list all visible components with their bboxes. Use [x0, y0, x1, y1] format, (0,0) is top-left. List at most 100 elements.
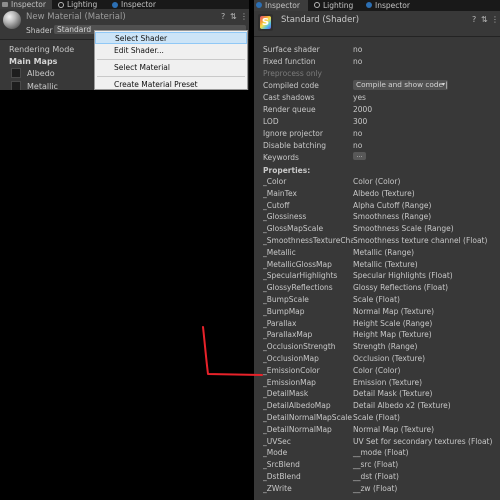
info-icon	[366, 1, 372, 8]
property-description: Metallic (Texture)	[353, 259, 418, 269]
menu-item-select-shader[interactable]: Select Shader	[95, 32, 247, 44]
right-inspector-panel: Inspector Lighting Inspector Standard (S…	[254, 0, 500, 500]
left-tab-bar: Inspector Lighting Inspector	[0, 0, 249, 9]
menu-separator	[97, 76, 245, 77]
info-row-disable-batching: Disable batching no	[263, 141, 363, 150]
kebab-menu-icon[interactable]: ⋮	[491, 15, 499, 24]
property-row: _BumpMap Normal Map (Texture)	[263, 306, 500, 318]
property-description: Detail Albedo x2 (Texture)	[353, 401, 451, 411]
chevron-down-icon: ▾	[441, 81, 445, 88]
help-icon[interactable]: ?	[472, 15, 476, 24]
divider	[254, 36, 500, 37]
property-row: _OcclusionStrength Strength (Range)	[263, 341, 500, 353]
property-row: _Parallax Height Scale (Range)	[263, 318, 500, 330]
property-row: _GlossMapScale Smoothness Scale (Range)	[263, 223, 500, 235]
main-maps-header: Main Maps	[9, 57, 58, 66]
property-name: _DetailMask	[263, 389, 309, 399]
property-name: _BumpMap	[263, 306, 305, 316]
tab-inspector[interactable]: Inspector	[254, 0, 308, 11]
compiled-code-dropdown-label: Compile and show code |	[356, 80, 448, 89]
property-name: _SmoothnessTextureChannel	[263, 235, 353, 245]
info-icon	[112, 1, 118, 8]
property-row: _Cutoff Alpha Cutoff (Range)	[263, 200, 500, 212]
material-preview-sphere	[3, 11, 21, 29]
property-name: _BumpScale	[263, 294, 309, 304]
shader-title: Standard (Shader)	[281, 15, 360, 25]
menu-item-edit-shader[interactable]: Edit Shader...	[95, 45, 247, 57]
albedo-texture-slot[interactable]	[11, 68, 21, 78]
property-description: Height Scale (Range)	[353, 318, 433, 328]
property-row: _UVSec UV Set for secondary textures (Flo…	[263, 436, 500, 448]
property-name: _Parallax	[263, 318, 297, 328]
keywords-button[interactable]: ...	[353, 152, 366, 160]
settings-sliders-icon[interactable]: ⇅	[481, 15, 488, 24]
property-row: _Mode __mode (Float)	[263, 447, 500, 459]
property-row: _GlossyReflections Glossy Reflections (Fl…	[263, 282, 500, 294]
property-description: Smoothness (Range)	[353, 212, 432, 222]
property-description: Albedo (Texture)	[353, 188, 415, 198]
rendering-mode-label: Rendering Mode	[9, 45, 75, 54]
property-description: Specular Highlights (Float)	[353, 271, 453, 281]
property-row: _DetailNormalMapScale Scale (Float)	[263, 412, 500, 424]
property-name: _MainTex	[263, 188, 297, 198]
property-row: _MetallicGlossMap Metallic (Texture)	[263, 259, 500, 271]
settings-sliders-icon[interactable]: ⇅	[230, 12, 237, 21]
property-name: _GlossMapScale	[263, 224, 324, 234]
info-row-ignore-projector: Ignore projector no	[263, 129, 363, 138]
property-row: _ParallaxMap Height Map (Texture)	[263, 329, 500, 341]
property-name: _UVSec	[263, 436, 291, 446]
property-row: _EmissionMap Emission (Texture)	[263, 377, 500, 389]
help-icon[interactable]: ?	[221, 12, 225, 21]
menu-item-select-material[interactable]: Select Material	[95, 62, 247, 74]
metallic-texture-slot[interactable]	[11, 81, 21, 90]
shader-label: Shader	[26, 26, 53, 35]
shader-context-menu: Select Shader Edit Shader... Select Mate…	[94, 30, 248, 90]
property-name: _DetailNormalMap	[263, 424, 332, 434]
tab-inspector-2[interactable]: Inspector	[110, 0, 170, 9]
property-description: Height Map (Texture)	[353, 330, 432, 340]
tab-lighting[interactable]: Lighting	[56, 0, 106, 9]
property-name: _EmissionColor	[263, 365, 320, 375]
property-name: _SpecularHighlights	[263, 271, 338, 281]
property-name: _GlossyReflections	[263, 283, 333, 293]
property-row: _SpecularHighlights Specular Highlights (…	[263, 270, 500, 282]
property-description: Color (Color)	[353, 365, 401, 375]
property-description: Glossy Reflections (Float)	[353, 283, 449, 293]
property-row: _ZWrite __zw (Float)	[263, 483, 500, 495]
property-description: Detail Mask (Texture)	[353, 389, 433, 399]
tab-inspector-2[interactable]: Inspector	[364, 0, 424, 11]
property-name: _DetailNormalMapScale	[263, 412, 352, 422]
property-name: _Mode	[263, 448, 288, 458]
property-row: _DstBlend __dst (Float)	[263, 471, 500, 483]
property-name: _Metallic	[263, 247, 296, 257]
kebab-menu-icon[interactable]: ⋮	[240, 12, 248, 21]
property-row: _OcclusionMap Occlusion (Texture)	[263, 353, 500, 365]
menu-separator	[97, 59, 245, 60]
property-row: _SrcBlend __src (Float)	[263, 459, 500, 471]
property-description: Alpha Cutoff (Range)	[353, 200, 432, 210]
property-description: __src (Float)	[353, 460, 399, 470]
lighting-icon	[314, 1, 320, 8]
info-row-surface-shader: Surface shader no	[263, 45, 363, 54]
tab-lighting[interactable]: Lighting	[312, 0, 362, 11]
property-description: Occlusion (Texture)	[353, 353, 426, 363]
property-name: _ParallaxMap	[263, 330, 313, 340]
property-row: _BumpScale Scale (Float)	[263, 294, 500, 306]
shader-asset-icon	[258, 14, 273, 31]
property-name: _Color	[263, 177, 287, 186]
property-description: __dst (Float)	[353, 471, 399, 481]
info-row-preprocess-only: Preprocess only	[263, 69, 322, 78]
compiled-code-dropdown[interactable]: Compile and show code | ▾	[353, 80, 448, 90]
property-description: Normal Map (Texture)	[353, 306, 435, 316]
info-row-cast-shadows: Cast shadows yes	[263, 93, 366, 102]
inspector-icon	[2, 2, 8, 7]
tab-inspector[interactable]: Inspector	[0, 0, 52, 9]
property-description: Emission (Texture)	[353, 377, 423, 387]
property-name: _ZWrite	[263, 483, 292, 493]
properties-list: _Color Color (Color) _MainTex Albedo (Textu…	[263, 176, 500, 495]
menu-item-create-material-preset[interactable]: Create Material Preset	[95, 79, 247, 89]
property-row: _SmoothnessTextureChannelSmoothness text…	[263, 235, 500, 247]
property-description: Scale (Float)	[353, 294, 400, 304]
info-row-keywords: Keywords	[263, 153, 299, 162]
property-name: _Cutoff	[263, 200, 290, 210]
